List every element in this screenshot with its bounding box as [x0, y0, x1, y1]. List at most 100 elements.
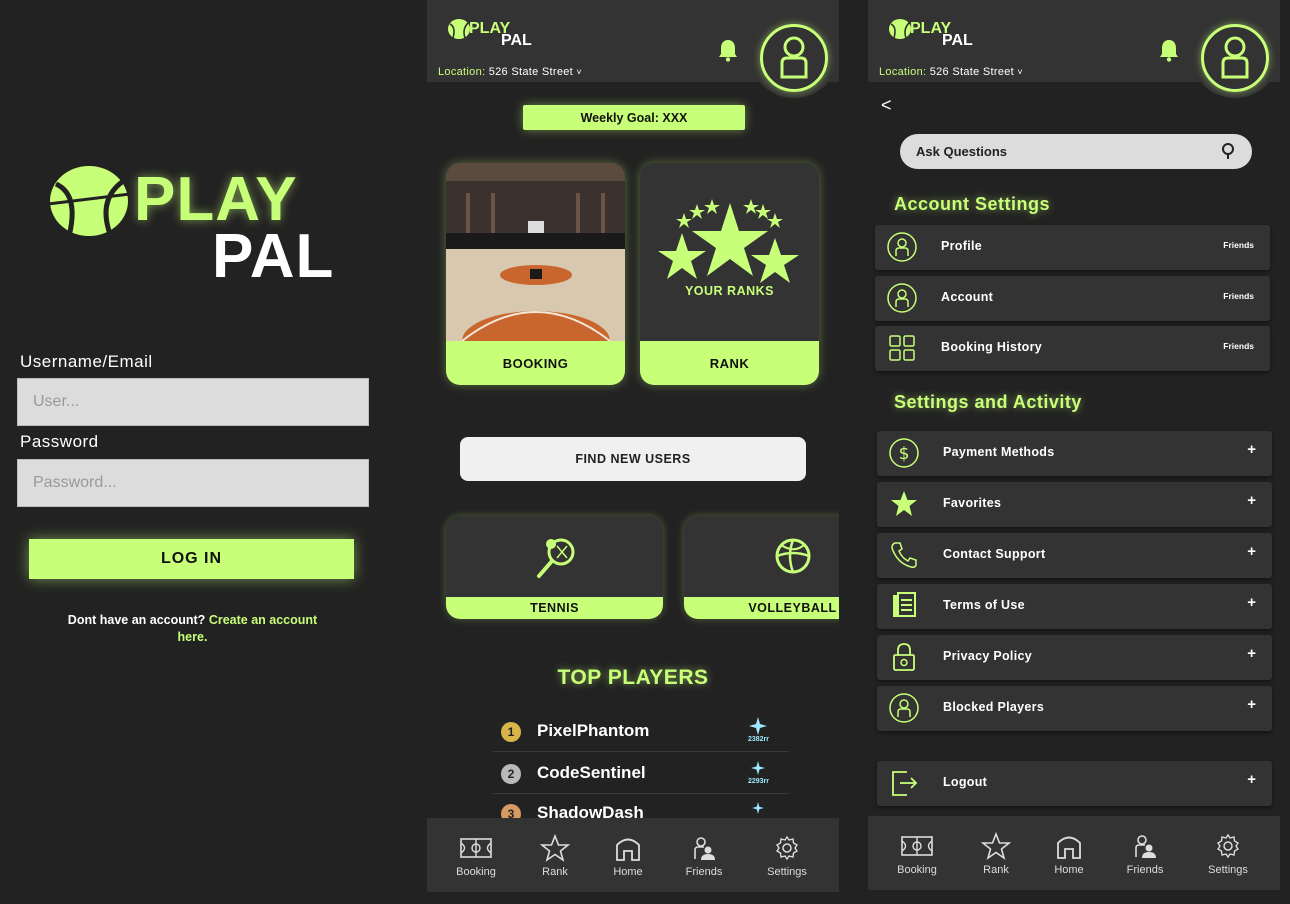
sparkle-icon [751, 761, 765, 775]
back-button[interactable]: < [881, 95, 892, 116]
location-value: 526 State Street [488, 66, 574, 78]
nav-settings[interactable]: Settings [752, 834, 822, 878]
expand-plus-icon[interactable]: + [1247, 492, 1256, 509]
find-new-users-button[interactable]: FIND NEW USERS [460, 437, 806, 481]
nav-home[interactable]: Home [593, 834, 663, 878]
location-selector[interactable]: Location: 526 State Street ˅ [438, 66, 582, 78]
nav-home[interactable]: Home [1034, 832, 1104, 876]
logout-icon [892, 771, 918, 796]
playpal-logo[interactable]: PLAY PAL [888, 18, 998, 54]
settings-row-favorites[interactable]: Favorites + [877, 482, 1272, 527]
sport-card-tennis[interactable]: TENNIS [446, 516, 663, 619]
person-icon [889, 693, 919, 723]
chevron-down-icon: ˅ [576, 67, 582, 77]
row-side-text: Friends [1223, 341, 1254, 351]
expand-plus-icon[interactable]: + [1247, 594, 1256, 611]
tennis-icon [536, 538, 574, 578]
player-name: CodeSentinel [537, 763, 646, 782]
row-label: Booking History [941, 340, 1043, 354]
settings-row-account[interactable]: Account Friends [875, 276, 1270, 321]
profile-avatar[interactable] [1190, 0, 1280, 100]
nav-settings[interactable]: Settings [1193, 832, 1263, 876]
nav-rank[interactable]: Rank [961, 832, 1031, 876]
username-label: Username/Email [20, 352, 153, 371]
friends-icon [1135, 835, 1156, 858]
settings-row-blocked-players[interactable]: Blocked Players + [877, 686, 1272, 731]
star-icon [891, 491, 917, 516]
login-button[interactable]: LOG IN [29, 539, 354, 579]
dollar-icon: $ [889, 438, 919, 468]
row-label: Logout [943, 775, 988, 789]
row-label: Blocked Players [943, 700, 1045, 714]
settings-row-logout[interactable]: Logout + [877, 761, 1272, 806]
settings-activity-title: Settings and Activity [894, 392, 1082, 412]
player-row[interactable]: 2 CodeSentinel 2293rr [493, 756, 789, 794]
nav-label: Home [1054, 864, 1084, 876]
person-icon [1221, 36, 1249, 79]
settings-row-terms[interactable]: Terms of Use + [877, 584, 1272, 629]
person-icon [780, 36, 808, 79]
row-label: Favorites [943, 496, 1002, 510]
bell-icon[interactable] [717, 38, 739, 62]
nav-rank[interactable]: Rank [520, 834, 590, 878]
booking-card[interactable]: BOOKING [446, 163, 625, 385]
rank-medal: 2 [501, 764, 521, 784]
nav-booking[interactable]: Booking [882, 832, 952, 876]
grid-icon [889, 335, 915, 361]
playpal-logo: PLAY PAL [48, 160, 348, 290]
volleyball-icon [775, 538, 810, 574]
tennis-ball-icon [448, 19, 470, 39]
nav-label: Booking [456, 866, 496, 878]
playpal-logo[interactable]: PLAY PAL [447, 18, 557, 54]
booking-card-label: BOOKING [446, 341, 625, 385]
location-key: Location: [438, 66, 486, 78]
lock-icon [893, 643, 915, 671]
ask-questions-search[interactable]: Ask Questions [900, 134, 1252, 169]
star-icon [980, 832, 1012, 860]
tennis-ball-icon [48, 166, 130, 236]
search-placeholder: Ask Questions [916, 144, 1008, 159]
profile-avatar[interactable] [749, 0, 839, 100]
nav-booking[interactable]: Booking [441, 834, 511, 878]
row-label: Payment Methods [943, 445, 1055, 459]
expand-plus-icon[interactable]: + [1247, 441, 1256, 458]
sport-card-volleyball[interactable]: VOLLEYBALL [684, 516, 839, 619]
bottom-nav: Booking Rank Home Friends Settings [427, 818, 839, 892]
login-screen: PLAY PAL Username/Email User... Password… [0, 0, 426, 904]
nav-label: Rank [542, 866, 568, 878]
person-icon [887, 232, 917, 262]
document-icon [893, 592, 916, 617]
username-input[interactable]: User... [17, 378, 369, 426]
settings-row-booking-history[interactable]: Booking History Friends [875, 326, 1270, 371]
chevron-down-icon: ˅ [1017, 67, 1023, 77]
nav-label: Friends [1126, 864, 1164, 876]
location-selector[interactable]: Location: 526 State Street ˅ [879, 66, 1023, 78]
nav-friends[interactable]: Friends [669, 834, 739, 878]
rank-medal: 1 [501, 722, 521, 742]
home-icon [1057, 836, 1081, 859]
player-row[interactable]: 1 PixelPhantom 2382rr [493, 714, 789, 752]
search-icon[interactable] [1220, 142, 1236, 160]
bell-icon[interactable] [1158, 38, 1180, 62]
expand-plus-icon[interactable]: + [1247, 696, 1256, 713]
location-key: Location: [879, 66, 927, 78]
rank-card[interactable]: YOUR RANKS RANK [640, 163, 819, 385]
nav-label: Settings [767, 866, 807, 878]
settings-row-contact-support[interactable]: Contact Support + [877, 533, 1272, 578]
your-ranks-text: YOUR RANKS [684, 284, 775, 298]
svg-text:$: $ [899, 444, 910, 464]
top-players-title: TOP PLAYERS [557, 666, 709, 689]
avatar-icon [1201, 24, 1269, 92]
basketball-court-image [446, 163, 625, 341]
nav-label: Home [613, 866, 643, 878]
expand-plus-icon[interactable]: + [1247, 645, 1256, 662]
settings-row-privacy[interactable]: Privacy Policy + [877, 635, 1272, 680]
row-side-text: Friends [1223, 291, 1254, 301]
nav-friends[interactable]: Friends [1110, 832, 1180, 876]
settings-row-profile[interactable]: Profile Friends [875, 225, 1270, 270]
tennis-label: TENNIS [446, 597, 663, 619]
settings-row-payment-methods[interactable]: $ Payment Methods + [877, 431, 1272, 476]
expand-plus-icon[interactable]: + [1247, 771, 1256, 788]
expand-plus-icon[interactable]: + [1247, 543, 1256, 560]
password-input[interactable]: Password... [17, 459, 369, 507]
